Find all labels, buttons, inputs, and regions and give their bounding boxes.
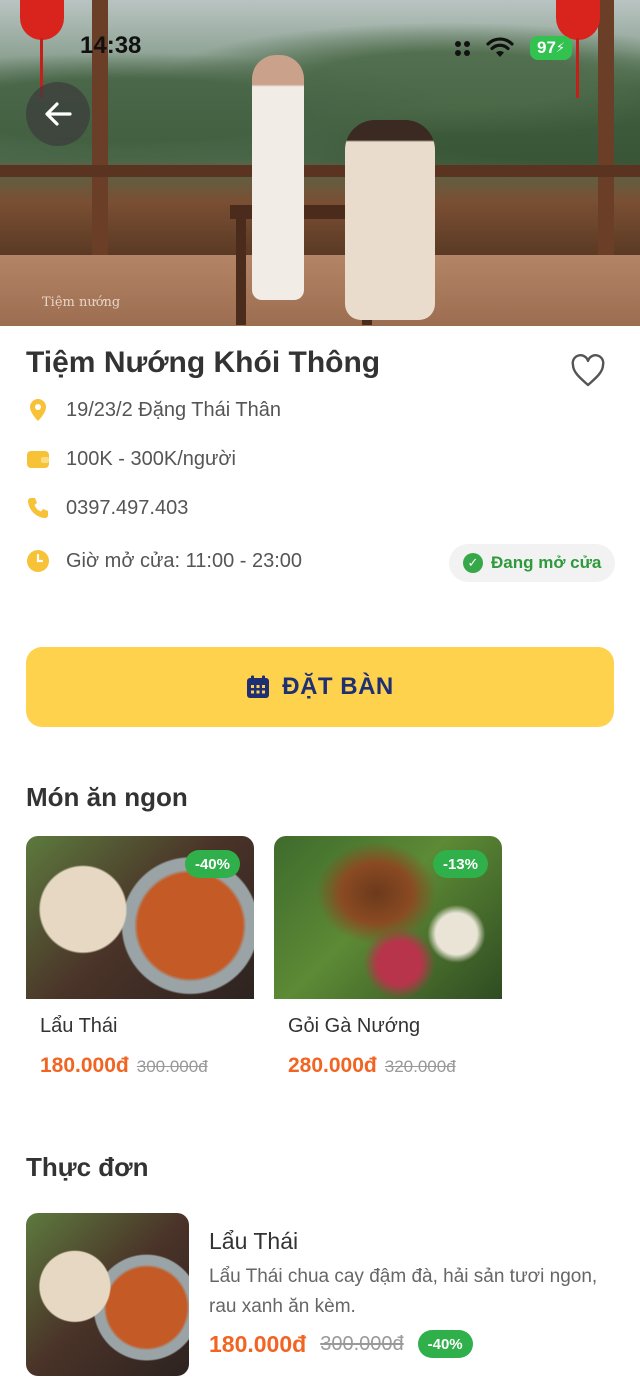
menu-item-name[interactable]: Lẩu Thái [209, 1228, 298, 1255]
discount-badge: -40% [184, 850, 240, 878]
open-status-text: Đang mở cửa [491, 553, 602, 572]
hours-text: Giờ mở cửa: 11:00 - 23:00 [66, 549, 303, 572]
status-icons: 97 ⚡ [455, 36, 573, 60]
dish-image-lau-thai: -40% [26, 836, 254, 999]
phone-icon [26, 496, 50, 520]
dish-old-price: 300.000đ [136, 1057, 208, 1076]
menu-item-description: Lẩu Thái chua cay đậm đà, hải sản tươi n… [209, 1266, 598, 1317]
address-row: 19/23/2 Đặng Thái Thân [26, 398, 281, 422]
restaurant-name: Tiệm Nướng Khói Thông [26, 346, 381, 379]
check-circle-icon: ✓ [463, 553, 483, 573]
wallet-icon [26, 447, 50, 471]
menu-item-image[interactable] [26, 1213, 189, 1376]
open-status-badge: ✓ Đang mở cửa [449, 544, 616, 582]
location-pin-icon [26, 398, 50, 422]
clock-icon [26, 549, 50, 573]
calendar-icon [247, 675, 270, 698]
battery-level: 97 [537, 38, 556, 57]
battery-indicator: 97 ⚡ [530, 36, 573, 60]
back-button[interactable] [26, 82, 90, 146]
discount-badge: -13% [432, 850, 488, 878]
book-table-label: ĐẶT BÀN [282, 673, 394, 700]
hero-watermark: Tiệm nướng [42, 295, 121, 310]
menu-item-price: 180.000đ [209, 1330, 307, 1357]
heart-icon[interactable] [570, 354, 606, 388]
back-arrow-icon [45, 102, 72, 126]
menu-section-title: Thực đơn [26, 1152, 149, 1182]
discount-badge: -40% [417, 1330, 473, 1358]
dish-price: 180.000đ [40, 1054, 129, 1077]
phone-text[interactable]: 0397.497.403 [66, 497, 188, 520]
dish-card[interactable]: -13% Gỏi Gà Nướng 280.000đ 320.000đ [274, 836, 502, 1078]
dish-name: Lẩu Thái [40, 1015, 118, 1037]
dish-image-goi-ga-nuong: -13% [274, 836, 502, 999]
menu-item-old-price: 300.000đ [320, 1332, 404, 1355]
dish-name: Gỏi Gà Nướng [288, 1015, 421, 1037]
dish-card[interactable]: -40% Lẩu Thái 180.000đ 300.000đ [26, 836, 254, 1078]
address-text: 19/23/2 Đặng Thái Thân [66, 398, 281, 421]
featured-section-title: Món ăn ngon [26, 782, 188, 812]
wifi-icon [486, 37, 514, 57]
price-range-row: 100K - 300K/người [26, 447, 236, 471]
book-table-button[interactable]: ĐẶT BÀN [26, 647, 614, 727]
menu-item-prices: 180.000đ 300.000đ -40% [209, 1330, 473, 1358]
hours-row: Giờ mở cửa: 11:00 - 23:00 [26, 549, 302, 573]
status-time: 14:38 [80, 32, 142, 59]
price-range-text: 100K - 300K/người [66, 447, 236, 470]
dish-price: 280.000đ [288, 1054, 377, 1077]
cellular-icon [455, 40, 470, 56]
phone-row[interactable]: 0397.497.403 [26, 496, 188, 520]
dish-old-price: 320.000đ [384, 1057, 456, 1076]
